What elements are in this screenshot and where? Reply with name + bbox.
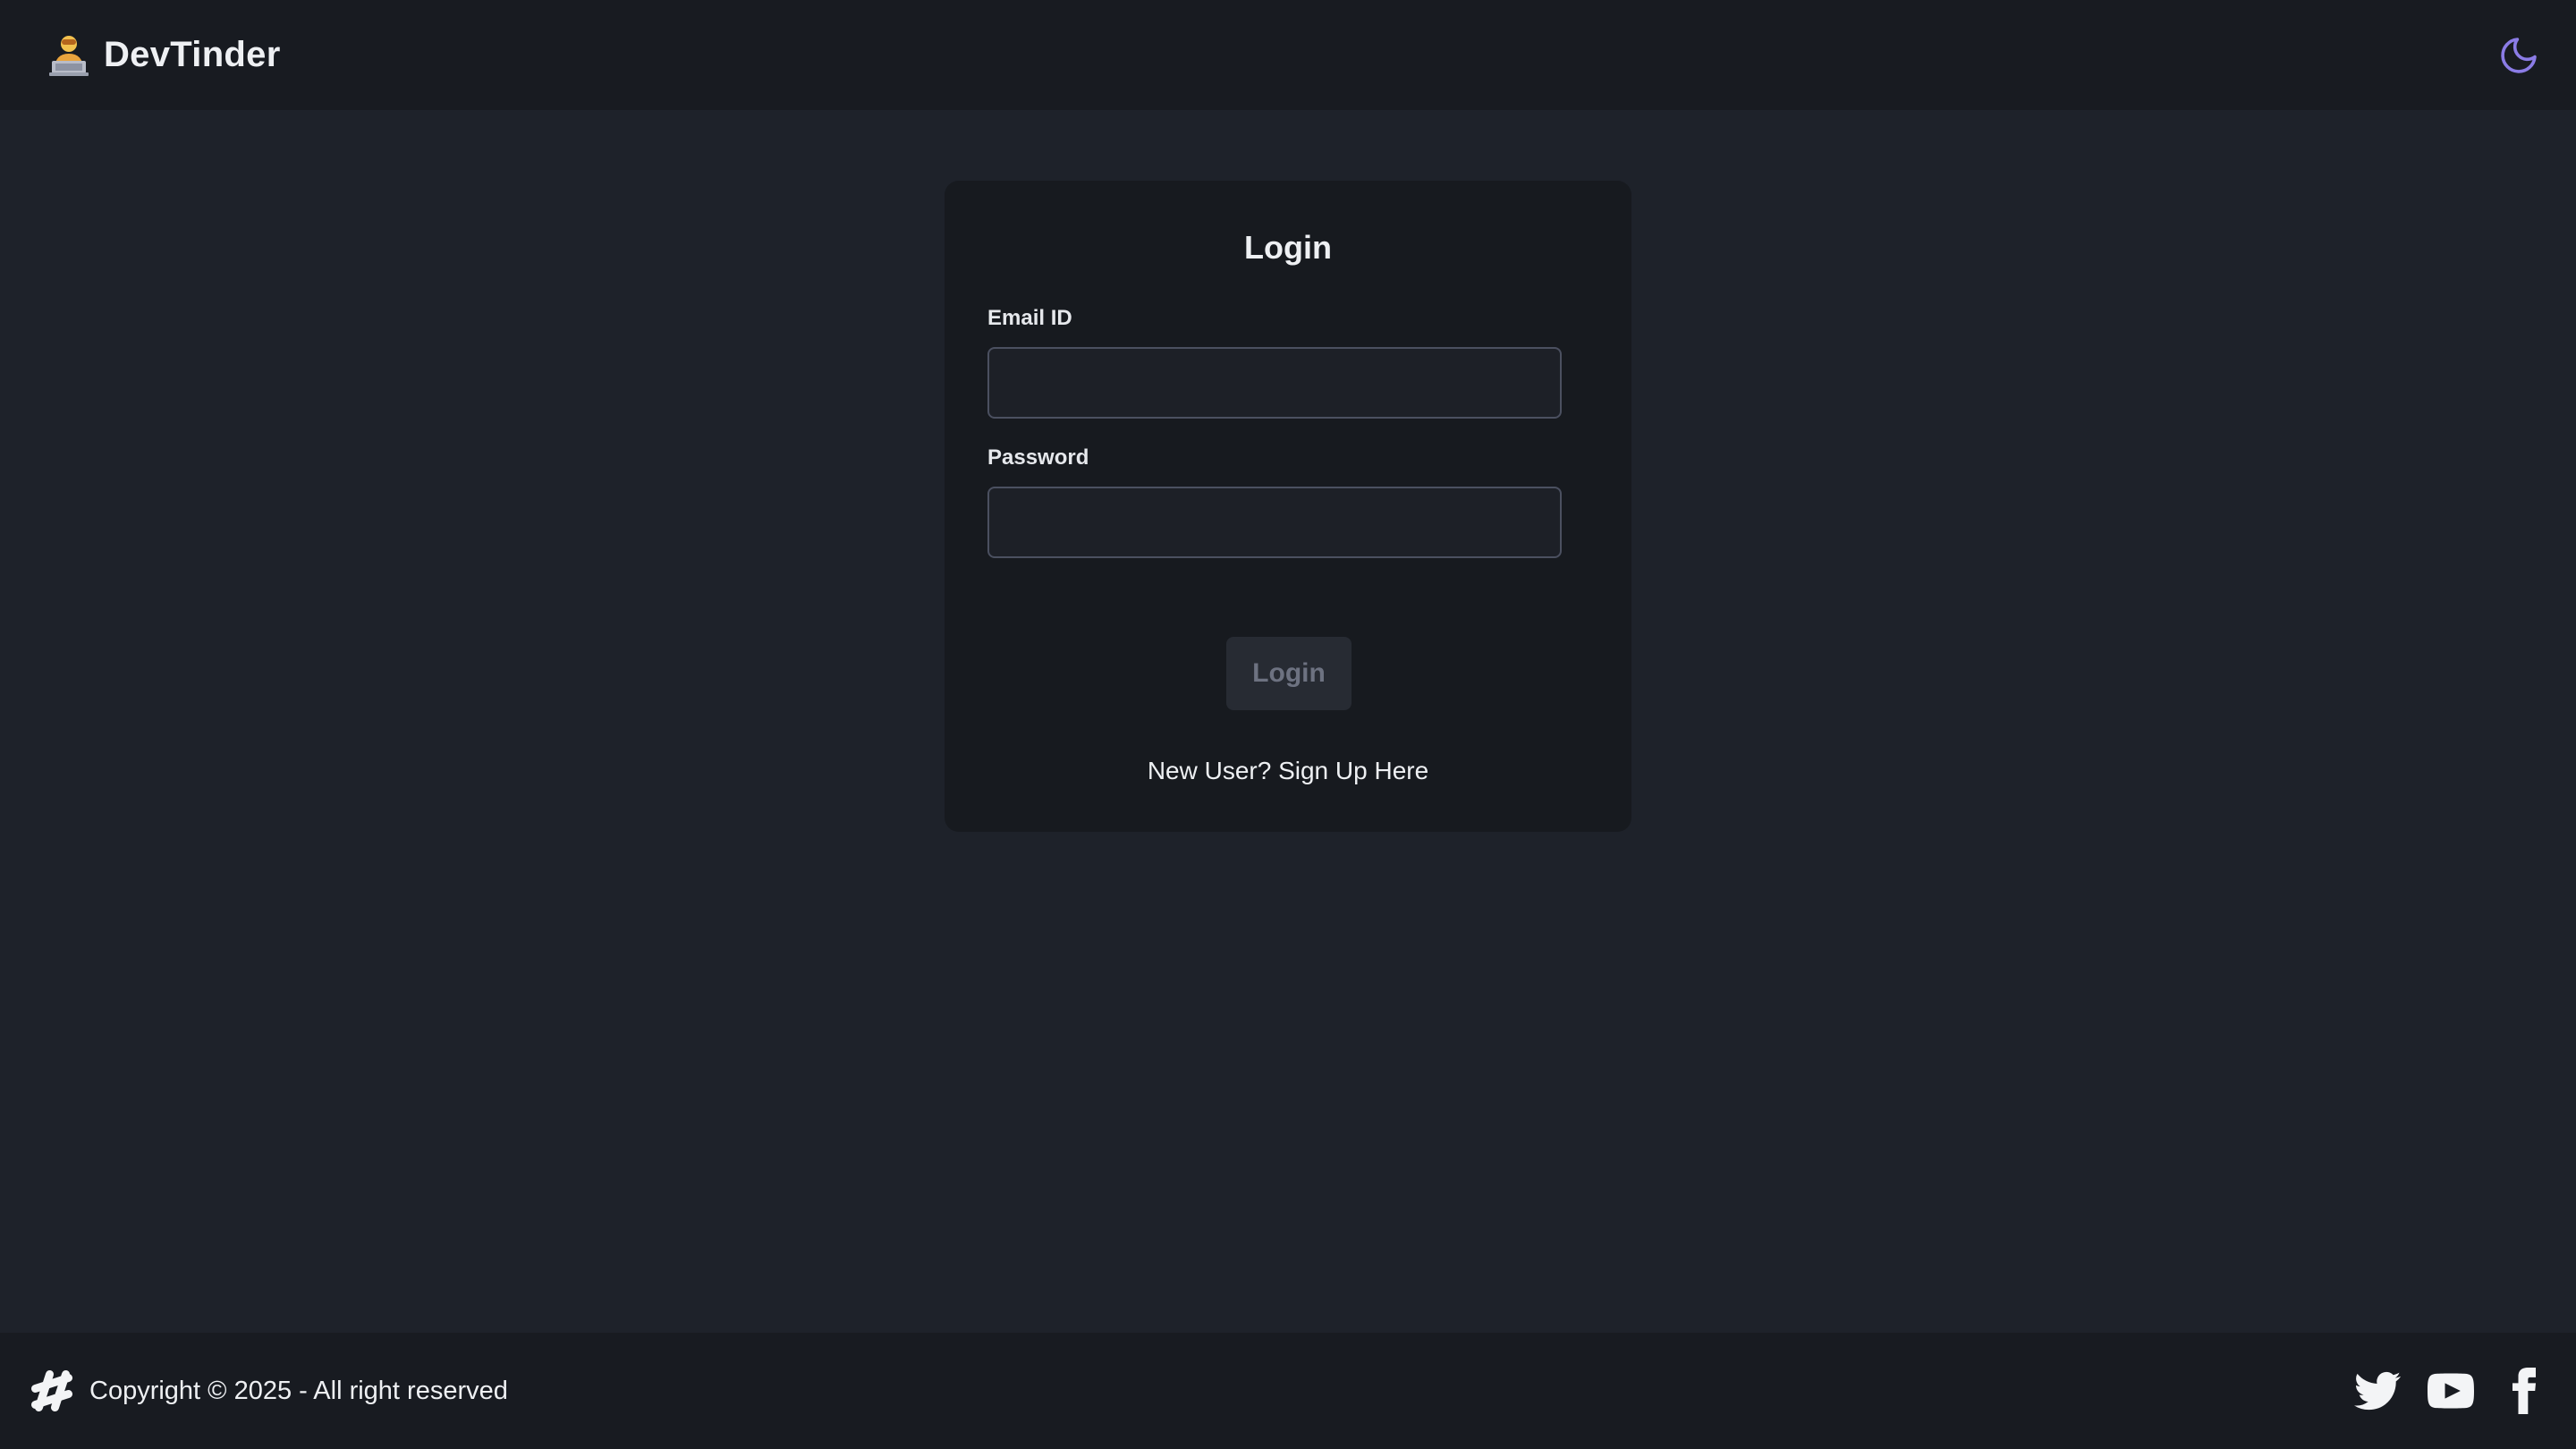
theme-toggle-button[interactable] [2490,27,2547,84]
facebook-icon [2512,1368,2536,1414]
footer: Copyright © 2025 - All right reserved [0,1333,2576,1449]
signup-link[interactable]: New User? Sign Up Here [945,757,1631,785]
email-field[interactable] [987,347,1562,419]
app-page: DevTinder Login Email ID Password Login … [0,0,2576,1449]
footer-brand: Copyright © 2025 - All right reserved [29,1368,508,1414]
facebook-link[interactable] [2501,1368,2547,1414]
email-label: Email ID [987,306,1072,330]
moon-icon [2501,38,2537,73]
twitter-link[interactable] [2354,1368,2401,1414]
copyright-text: Copyright © 2025 - All right reserved [89,1376,508,1405]
password-field[interactable] [987,487,1562,558]
developer-avatar-icon [49,35,89,76]
youtube-icon [2428,1373,2474,1409]
hashtag-logo-icon [30,1369,73,1412]
brand-name: DevTinder [104,35,281,74]
navbar: DevTinder [0,0,2576,110]
youtube-link[interactable] [2428,1368,2474,1414]
login-button[interactable]: Login [1226,637,1352,710]
twitter-icon [2354,1371,2401,1411]
login-card: Login Email ID Password Login New User? … [945,181,1631,832]
password-label: Password [987,445,1089,470]
login-title: Login [1244,229,1332,266]
brand-link[interactable]: DevTinder [48,34,281,77]
social-links [2354,1333,2547,1449]
